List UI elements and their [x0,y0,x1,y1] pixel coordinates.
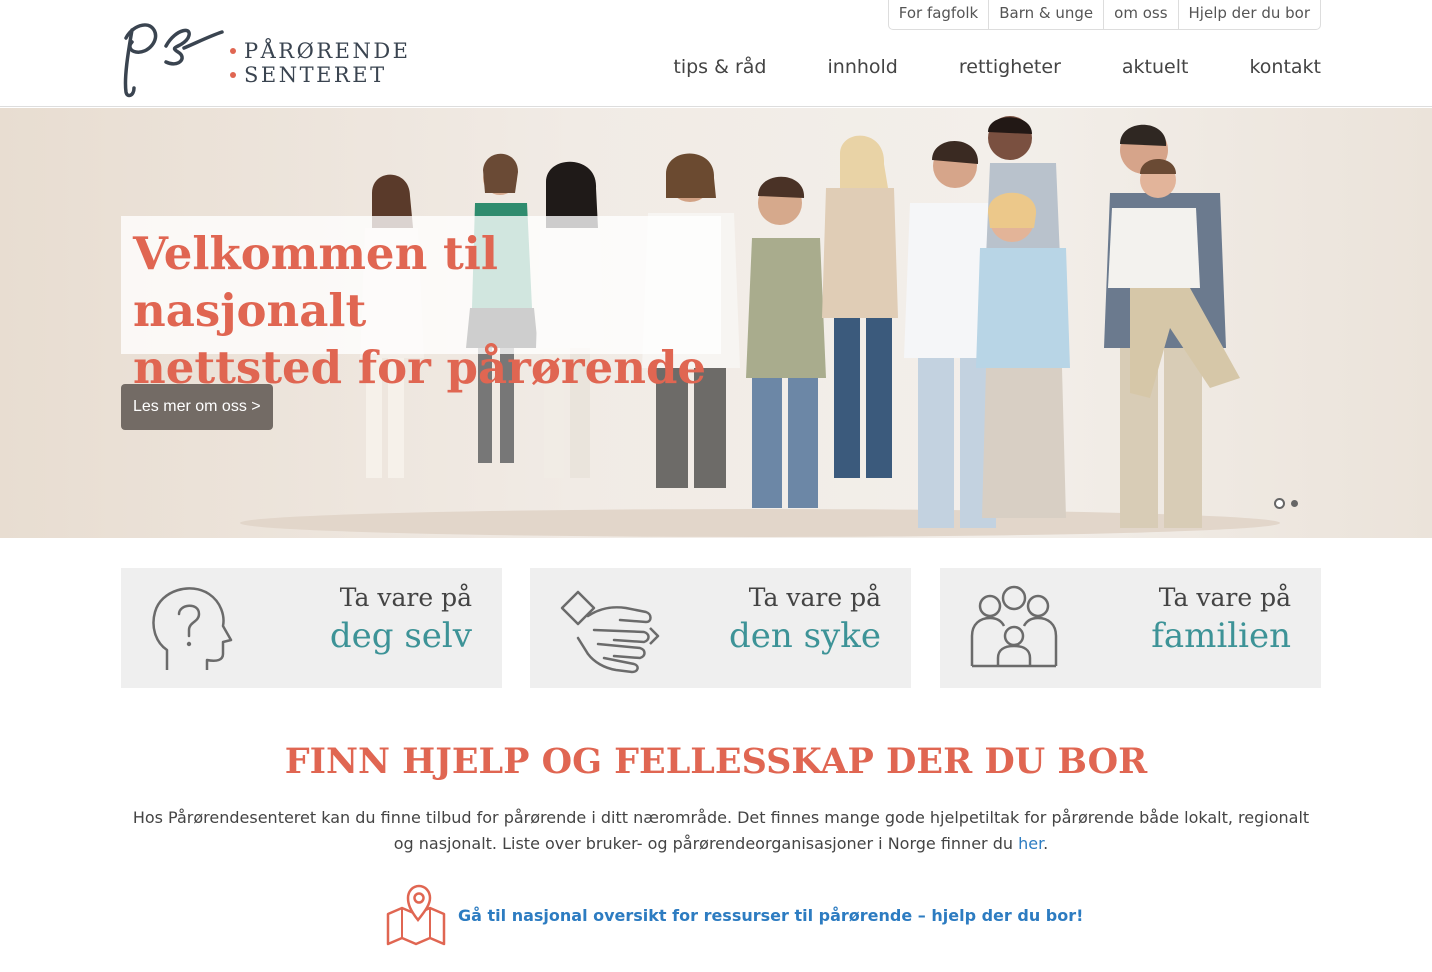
card-text: Ta vare på den syke [729,582,881,658]
top-link-hjelp-der-du-bor[interactable]: Hjelp der du bor [1177,0,1320,29]
main-nav: tips & råd innhold rettigheter aktuelt k… [673,54,1321,80]
head-question-icon [152,587,233,670]
logo-dot [230,48,236,54]
nav-tips-rad[interactable]: tips & råd [673,54,766,80]
nav-innhold[interactable]: innhold [828,54,898,80]
slider-dot[interactable] [1291,500,1298,507]
top-link-barn-unge[interactable]: Barn & unge [988,0,1103,29]
nav-kontakt[interactable]: kontakt [1249,54,1321,80]
site-header: PÅRØRENDE SENTERET For fagfolk Barn & un… [0,0,1432,107]
card-text: Ta vare på deg selv [330,582,472,658]
nav-aktuelt[interactable]: aktuelt [1122,54,1189,80]
handshake-icon [560,590,660,674]
hero-title-line-1: Velkommen til nasjonalt [133,227,498,337]
top-link-om-oss[interactable]: om oss [1103,0,1177,29]
card-label-line-1: Ta vare på [1158,583,1291,612]
section-text-end: . [1043,834,1049,853]
card-den-syke[interactable]: Ta vare på den syke [530,568,911,688]
top-link-fagfolk[interactable]: For fagfolk [889,0,989,29]
nav-rettigheter[interactable]: rettigheter [959,54,1061,80]
logo-line-1: PÅRØRENDE [244,39,411,63]
top-utility-nav: For fagfolk Barn & unge om oss Hjelp der… [887,0,1321,30]
card-familien[interactable]: Ta vare på familien [940,568,1321,688]
section-text-body: Hos Pårørendesenteret kan du finne tilbu… [132,808,1310,853]
read-more-about-us-button[interactable]: Les mer om oss > [121,384,273,430]
slider-dot-active[interactable] [1274,498,1285,509]
card-deg-selv[interactable]: Ta vare på deg selv [121,568,502,688]
site-logo[interactable]: PÅRØRENDE SENTERET [118,8,438,100]
hero-title: Velkommen til nasjonalt nettsted for pår… [133,225,733,396]
logo-line-2: SENTERET [244,63,387,87]
organisations-list-link[interactable]: her [1018,834,1043,853]
slider-pagination [1274,498,1298,509]
section-title: FINN HJELP OG FELLESSKAP DER DU BOR [284,741,1148,782]
card-text: Ta vare på familien [1151,582,1291,658]
card-label-line-2: familien [1151,616,1291,656]
logo-wordmark: PÅRØRENDE SENTERET [230,39,411,87]
resource-link-row: Gå til nasjonal oversikt for ressurser t… [384,884,1083,946]
logo-dot [230,72,236,78]
card-label-line-1: Ta vare på [339,583,472,612]
card-label-line-2: den syke [729,616,881,656]
hero-slider: Velkommen til nasjonalt nettsted for pår… [0,108,1432,538]
card-label-line-2: deg selv [329,616,472,656]
map-pin-icon [386,884,446,946]
national-resources-link[interactable]: Gå til nasjonal oversikt for ressurser t… [458,906,1083,925]
section-description: Hos Pårørendesenteret kan du finne tilbu… [121,805,1321,857]
card-label-line-1: Ta vare på [748,583,881,612]
family-icon [970,585,1058,668]
ps-logo-icon [123,23,224,98]
